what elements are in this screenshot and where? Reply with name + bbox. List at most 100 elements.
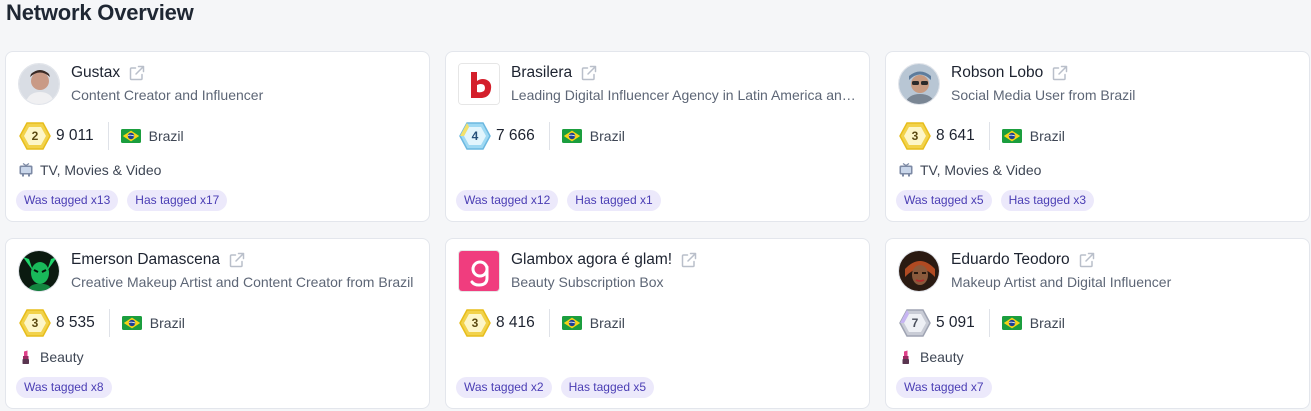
brazil-flag-icon [121,129,141,143]
avatar[interactable] [458,250,500,292]
avatar[interactable] [18,250,60,292]
was-tagged-badge[interactable]: Was tagged x2 [456,377,552,398]
tags-row: Was tagged x7 [896,377,992,398]
profile-subtitle: Beauty Subscription Box [511,274,664,290]
was-tagged-badge[interactable]: Was tagged x7 [896,377,992,398]
follower-count: 8 641 [936,127,975,144]
country-label: Brazil [589,315,625,331]
profile-subtitle: Leading Digital Influencer Agency in Lat… [511,87,863,103]
was-tagged-badge[interactable]: Was tagged x5 [896,190,992,211]
lipstick-icon [898,349,914,365]
level-badge-icon: 3 [458,308,492,338]
category-row: Beauty [898,349,964,365]
tags-row: Was tagged x2 Has tagged x5 [456,377,654,398]
name-row: Brasilera [511,64,598,82]
stats-row: 3 8 641 Brazil [898,121,1065,151]
external-link-icon[interactable] [580,64,598,82]
avatar[interactable] [458,63,500,105]
profile-subtitle: Makeup Artist and Digital Influencer [951,274,1172,290]
follower-count: 8 535 [56,314,95,331]
stats-row: 7 5 091 Brazil [898,308,1065,338]
brazil-flag-icon [562,129,582,143]
has-tagged-badge[interactable]: Has tagged x17 [127,190,228,211]
name-row: Robson Lobo [951,64,1069,82]
stats-row: 3 8 535 Brazil [18,308,185,338]
category-label: Beauty [920,349,964,365]
profile-name[interactable]: Robson Lobo [951,64,1043,82]
tv-icon [898,162,914,178]
country-label: Brazil [149,315,185,331]
level-number: 4 [471,129,479,143]
was-tagged-badge[interactable]: Was tagged x8 [16,377,112,398]
stats-row: 4 7 666 Brazil [458,121,625,151]
level-number: 3 [31,316,39,330]
country-label: Brazil [1029,128,1065,144]
profile-card[interactable]: Robson Lobo Social Media User from Brazi… [885,51,1310,222]
profile-card[interactable]: Glambox agora é glam! Beauty Subscriptio… [445,238,870,409]
network-grid: Gustax Content Creator and Influencer 2 … [5,51,1310,409]
stats-row: 2 9 011 Brazil [18,121,184,151]
avatar[interactable] [898,63,940,105]
name-row: Gustax [71,64,146,82]
brazil-flag-icon [1002,129,1022,143]
divider [548,309,550,337]
profile-card[interactable]: Brasilera Leading Digital Influencer Age… [445,51,870,222]
profile-name[interactable]: Brasilera [511,64,572,82]
name-row: Eduardo Teodoro [951,251,1096,269]
category-row: TV, Movies & Video [898,162,1041,178]
level-badge-icon: 3 [898,121,932,151]
external-link-icon[interactable] [1078,251,1096,269]
tv-icon [18,162,34,178]
avatar[interactable] [898,250,940,292]
was-tagged-badge[interactable]: Was tagged x12 [456,190,559,211]
was-tagged-badge[interactable]: Was tagged x13 [16,190,119,211]
brazil-flag-icon [562,316,582,330]
profile-name[interactable]: Emerson Damascena [71,251,220,269]
profile-name[interactable]: Eduardo Teodoro [951,251,1070,269]
has-tagged-badge[interactable]: Has tagged x5 [560,377,654,398]
profile-subtitle: Social Media User from Brazil [951,87,1136,103]
tags-row: Was tagged x8 [16,377,112,398]
level-number: 3 [911,129,919,143]
divider [108,309,110,337]
category-row: Beauty [18,349,84,365]
follower-count: 9 011 [56,127,94,144]
category-label: Beauty [40,349,84,365]
name-row: Emerson Damascena [71,251,246,269]
profile-subtitle: Creative Makeup Artist and Content Creat… [71,274,414,290]
category-label: TV, Movies & Video [920,162,1042,178]
name-row: Glambox agora é glam! [511,251,698,269]
external-link-icon[interactable] [680,251,698,269]
level-badge-icon: 7 [898,308,932,338]
profile-card[interactable]: Gustax Content Creator and Influencer 2 … [5,51,430,222]
level-number: 3 [471,316,479,330]
profile-subtitle: Content Creator and Influencer [71,87,264,103]
brazil-flag-icon [122,316,142,330]
level-badge-icon: 4 [458,121,492,151]
profile-card[interactable]: Eduardo Teodoro Makeup Artist and Digita… [885,238,1310,409]
avatar[interactable] [18,63,60,105]
level-badge-icon: 3 [18,308,52,338]
external-link-icon[interactable] [228,251,246,269]
country-label: Brazil [148,128,184,144]
tags-row: Was tagged x13 Has tagged x17 [16,190,228,211]
category-label: TV, Movies & Video [40,162,162,178]
category-row: TV, Movies & Video [18,162,161,178]
divider [548,122,550,150]
stats-row: 3 8 416 Brazil [458,308,625,338]
divider [107,122,109,150]
external-link-icon[interactable] [128,64,146,82]
external-link-icon[interactable] [1051,64,1069,82]
country-label: Brazil [589,128,625,144]
brazil-flag-icon [1002,316,1022,330]
profile-card[interactable]: Emerson Damascena Creative Makeup Artist… [5,238,430,409]
follower-count: 7 666 [496,127,535,144]
follower-count: 8 416 [496,314,535,331]
has-tagged-badge[interactable]: Has tagged x3 [1000,190,1094,211]
divider [988,122,990,150]
follower-count: 5 091 [936,314,975,331]
page-title: Network Overview [6,0,194,25]
profile-name[interactable]: Glambox agora é glam! [511,251,672,269]
profile-name[interactable]: Gustax [71,64,120,82]
has-tagged-badge[interactable]: Has tagged x1 [567,190,661,211]
